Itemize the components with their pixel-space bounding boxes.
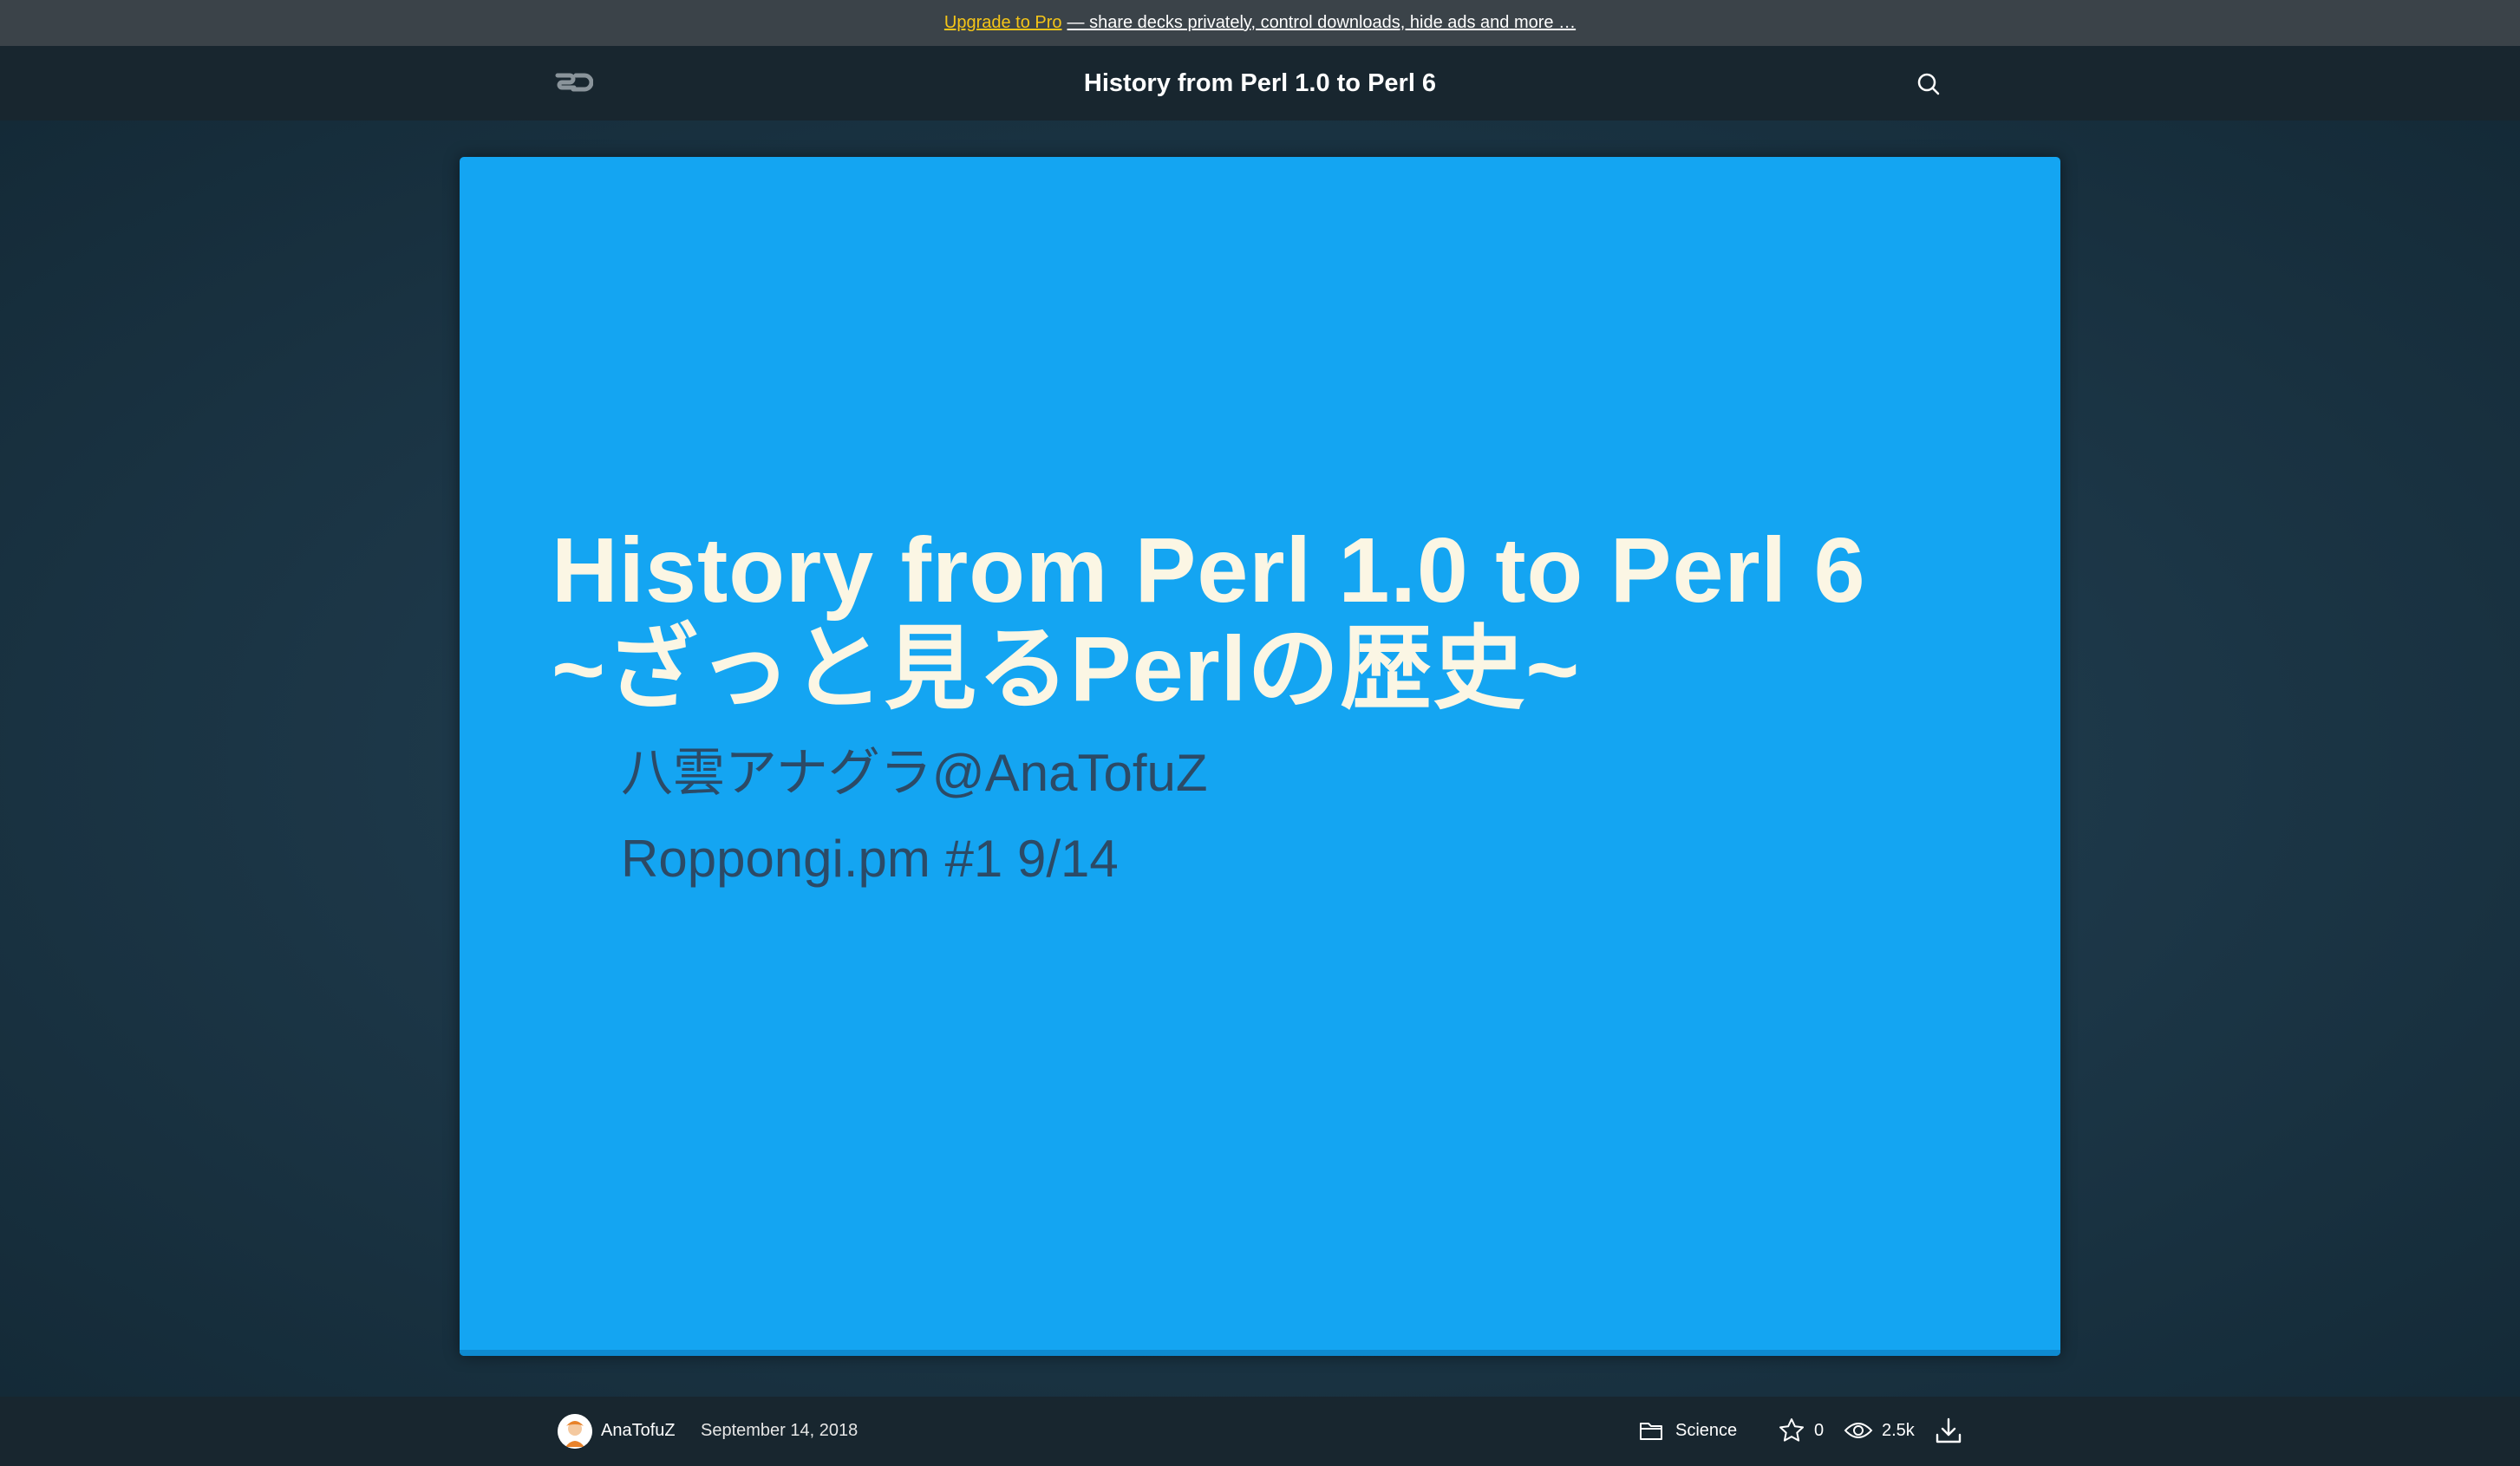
page-title: History from Perl 1.0 to Perl 6 — [1083, 68, 1437, 97]
slide-title-line2: ~ざっと見るPerlの歴史~ — [552, 618, 1581, 720]
slide-title: History from Perl 1.0 to Perl 6 ~ざっと見るPe… — [552, 521, 1866, 719]
folder-icon — [1640, 1423, 1662, 1440]
category-label: Science — [1675, 1420, 1738, 1440]
slide-author-line: 八雲アナグラ@AnaTofuZ — [621, 744, 1208, 802]
eye-icon — [1844, 1423, 1873, 1438]
avatar[interactable] — [558, 1414, 592, 1449]
star-count: 0 — [1814, 1420, 1825, 1440]
top-header: History from Perl 1.0 to Perl 6 — [0, 46, 2520, 121]
deck-footer: AnaTofuZ September 14, 2018 Science 0 2.… — [0, 1397, 2520, 1466]
slide-title-line1: History from Perl 1.0 to Perl 6 — [552, 519, 1866, 622]
upgrade-to-pro-link[interactable]: Upgrade to Pro — [944, 13, 1062, 33]
author-name[interactable]: AnaTofuZ — [601, 1421, 676, 1441]
star-button[interactable]: 0 — [1778, 1415, 1824, 1446]
view-count: 2.5k — [1882, 1420, 1915, 1440]
speakerdeck-logo-icon[interactable] — [555, 70, 594, 96]
views-stat: 2.5k — [1844, 1415, 1915, 1446]
slide-event-line: Roppongi.pm #1 9/14 — [621, 830, 1119, 888]
slide-viewer[interactable]: History from Perl 1.0 to Perl 6 ~ざっと見るPe… — [460, 157, 2060, 1356]
publish-date: September 14, 2018 — [701, 1421, 858, 1440]
download-icon[interactable] — [1934, 1416, 1963, 1445]
star-icon — [1779, 1418, 1804, 1442]
search-icon[interactable] — [1915, 70, 1942, 98]
pro-features-link[interactable]: — share decks privately, control downloa… — [1067, 13, 1577, 33]
category-link[interactable]: Science — [1639, 1415, 1737, 1446]
slide-progress-bar — [460, 1350, 2060, 1356]
promo-bar: Upgrade to Pro — share decks privately, … — [0, 0, 2520, 46]
